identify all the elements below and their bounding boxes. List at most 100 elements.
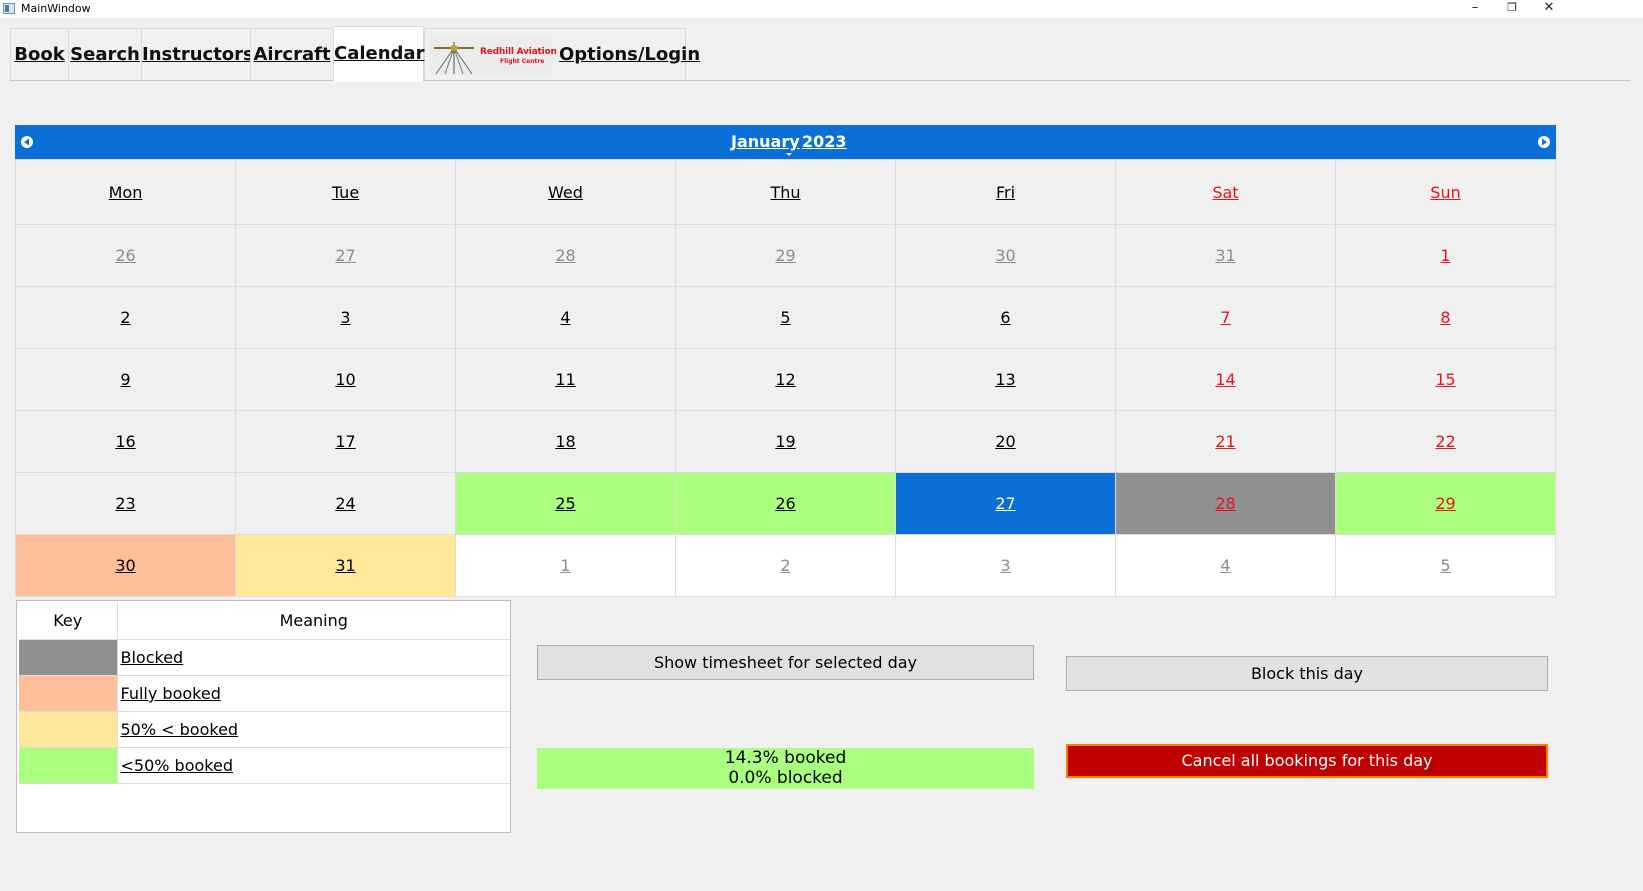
weekday-mon: Mon: [15, 159, 236, 225]
redhill-aviation-logo: Redhill Aviation Flight Centre: [430, 34, 557, 76]
calendar-day-cell[interactable]: 24: [235, 472, 456, 535]
key-row: Fully booked: [19, 675, 510, 712]
booking-stats: 14.3% booked 0.0% blocked: [537, 748, 1034, 789]
tab-aircraft[interactable]: Aircraft: [250, 28, 334, 80]
key-table-header: Key Meaning: [19, 602, 510, 640]
title-bar: MainWindow – ❐ ✕: [0, 0, 1643, 18]
calendar-day-cell[interactable]: 31: [1115, 224, 1336, 287]
calendar-day-cell[interactable]: 10: [235, 348, 456, 411]
show-timesheet-button[interactable]: Show timesheet for selected day: [537, 645, 1034, 680]
meaning-column-header: Meaning: [117, 602, 510, 640]
calendar-day-cell[interactable]: 21: [1115, 410, 1336, 473]
aircraft-logo-icon: [434, 42, 474, 75]
calendar-navigation-bar: January 2023: [15, 125, 1556, 159]
calendar-day-cell[interactable]: 14: [1115, 348, 1336, 411]
calendar-day-cell-under-half-booked[interactable]: 25: [455, 472, 676, 535]
calendar-day-cell[interactable]: 4: [455, 286, 676, 349]
calendar-day-cell[interactable]: 1: [455, 534, 676, 597]
minimize-icon[interactable]: –: [1457, 0, 1493, 18]
calendar-day-cell[interactable]: 23: [15, 472, 236, 535]
calendar-day-cell[interactable]: 29: [675, 224, 896, 287]
calendar-day-cell-under-half-booked[interactable]: 26: [675, 472, 896, 535]
weekday-thu: Thu: [675, 159, 896, 225]
calendar-day-cell[interactable]: 7: [1115, 286, 1336, 349]
calendar-day-cell[interactable]: 30: [895, 224, 1116, 287]
close-icon[interactable]: ✕: [1531, 0, 1567, 18]
calendar-day-cell[interactable]: 16: [15, 410, 236, 473]
weekday-sun: Sun: [1335, 159, 1556, 225]
calendar-day-cell[interactable]: 22: [1335, 410, 1556, 473]
calendar-day-cell-blocked[interactable]: 28: [1115, 472, 1336, 535]
calendar-day-cell[interactable]: 12: [675, 348, 896, 411]
month-dropdown-icon[interactable]: [786, 153, 792, 156]
key-meaning: <50% booked: [117, 747, 510, 784]
calendar-day-cell[interactable]: 11: [455, 348, 676, 411]
tab-options-login-label[interactable]: Options/Login: [559, 29, 700, 81]
calendar-day-cell[interactable]: 27: [235, 224, 456, 287]
tab-calendar[interactable]: Calendar: [333, 26, 424, 82]
calendar-day-cell-fully-booked[interactable]: 30: [15, 534, 236, 597]
calendar-day-cell[interactable]: 17: [235, 410, 456, 473]
calendar-day-cell[interactable]: 19: [675, 410, 896, 473]
calendar-day-cell[interactable]: 3: [895, 534, 1116, 597]
calendar-week-row: 23 24 25 26 27 28 29: [15, 472, 1556, 535]
year-selector[interactable]: 2023: [802, 125, 847, 159]
calendar-week-row: 26 27 28 29 30 31 1: [15, 224, 1556, 287]
calendar-day-cell[interactable]: 18: [455, 410, 676, 473]
key-swatch-blocked: [19, 639, 118, 676]
key-meaning: Fully booked: [117, 675, 510, 712]
calendar-day-cell-selected[interactable]: 27: [895, 472, 1116, 535]
calendar-day-cell[interactable]: 2: [15, 286, 236, 349]
tab-search[interactable]: Search: [68, 28, 142, 80]
calendar-week-row: 2 3 4 5 6 7 8: [15, 286, 1556, 349]
block-day-button[interactable]: Block this day: [1066, 656, 1548, 691]
weekday-fri: Fri: [895, 159, 1116, 225]
key-row: 50% < booked: [19, 711, 510, 748]
calendar-day-cell[interactable]: 5: [1335, 534, 1556, 597]
calendar-week-row: 9 10 11 12 13 14 15: [15, 348, 1556, 411]
calendar-grid: Mon Tue Wed Thu Fri Sat Sun 26 27 28 29 …: [15, 159, 1556, 597]
key-row: <50% booked: [19, 747, 510, 784]
tab-book[interactable]: Book: [10, 28, 69, 80]
calendar-day-cell[interactable]: 26: [15, 224, 236, 287]
blocked-percentage: 0.0% blocked: [728, 768, 843, 788]
calendar-day-cell[interactable]: 9: [15, 348, 236, 411]
booked-percentage: 14.3% booked: [724, 748, 847, 768]
calendar-day-cell[interactable]: 2: [675, 534, 896, 597]
key-swatch-fully-booked: [19, 675, 118, 712]
tab-instructors[interactable]: Instructors: [141, 28, 254, 80]
calendar-day-cell[interactable]: 13: [895, 348, 1116, 411]
key-meaning: 50% < booked: [117, 711, 510, 748]
calendar-week-row: 16 17 18 19 20 21 22: [15, 410, 1556, 473]
calendar-day-cell-under-half-booked[interactable]: 29: [1335, 472, 1556, 535]
window-title: MainWindow: [21, 2, 91, 15]
restore-icon[interactable]: ❐: [1494, 0, 1530, 18]
weekday-sat: Sat: [1115, 159, 1336, 225]
calendar-day-cell[interactable]: 4: [1115, 534, 1336, 597]
app-icon: [3, 3, 15, 14]
weekday-tue: Tue: [235, 159, 456, 225]
logo-title: Redhill Aviation: [480, 47, 557, 57]
calendar-day-cell[interactable]: 1: [1335, 224, 1556, 287]
calendar-day-cell[interactable]: 5: [675, 286, 896, 349]
calendar-day-cell[interactable]: 3: [235, 286, 456, 349]
key-table-panel: Key Meaning Blocked Fully booked 50% < b…: [16, 600, 511, 833]
calendar-day-cell-over-half-booked[interactable]: 31: [235, 534, 456, 597]
weekday-wed: Wed: [455, 159, 676, 225]
weekday-header-row: Mon Tue Wed Thu Fri Sat Sun: [15, 159, 1556, 225]
tab-options-login[interactable]: Redhill Aviation Flight Centre Options/L…: [424, 28, 700, 80]
key-swatch-under-half: [19, 747, 118, 784]
calendar-day-cell[interactable]: 28: [455, 224, 676, 287]
key-swatch-over-half: [19, 711, 118, 748]
key-meaning: Blocked: [117, 639, 510, 676]
key-column-header: Key: [19, 602, 118, 640]
calendar-day-cell[interactable]: 6: [895, 286, 1116, 349]
calendar-day-cell[interactable]: 15: [1335, 348, 1556, 411]
calendar-day-cell[interactable]: 20: [895, 410, 1116, 473]
calendar-day-cell[interactable]: 8: [1335, 286, 1556, 349]
cancel-all-bookings-button[interactable]: Cancel all bookings for this day: [1066, 744, 1548, 778]
key-table: Key Meaning Blocked Fully booked 50% < b…: [19, 602, 510, 784]
key-row: Blocked: [19, 639, 510, 676]
previous-month-icon[interactable]: [20, 135, 34, 149]
next-month-icon[interactable]: [1537, 135, 1551, 149]
